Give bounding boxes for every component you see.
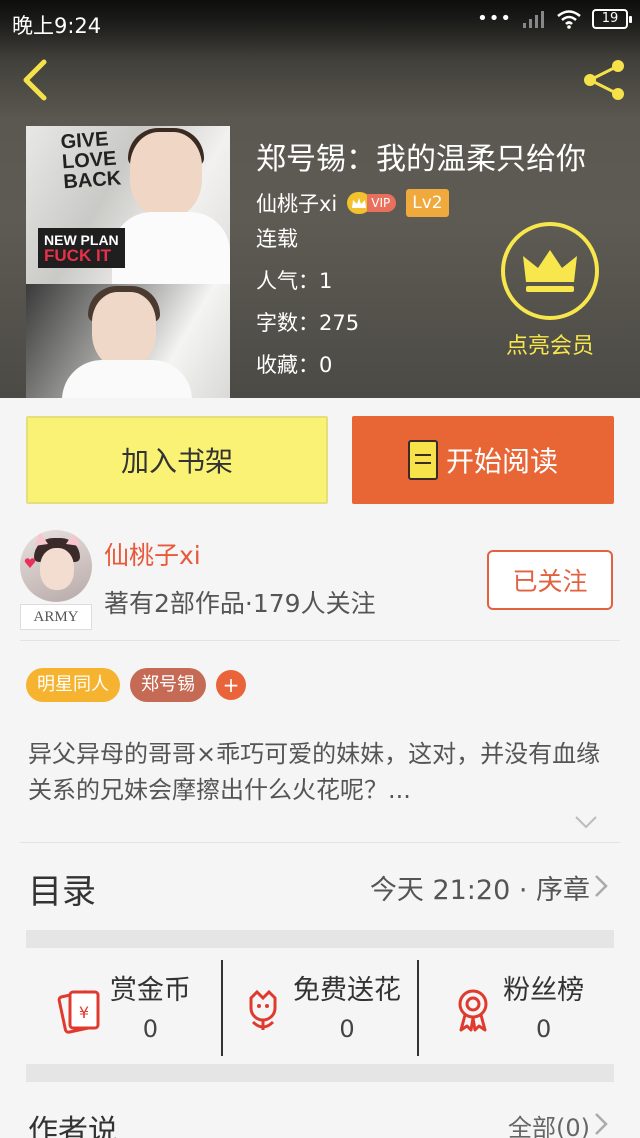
- cat-ears-icon: [34, 532, 80, 546]
- action-bar: ¥ 赏金币 0 免费送花 0 粉丝榜 0: [26, 960, 614, 1056]
- level-badge: Lv2: [406, 189, 449, 217]
- tag-list: 明星同人 郑号锡 +: [26, 668, 246, 702]
- fan-ranking-button[interactable]: 粉丝榜 0: [417, 960, 614, 1056]
- crown-icon: [523, 250, 577, 292]
- reward-coins-button[interactable]: ¥ 赏金币 0: [26, 960, 221, 1056]
- synopsis[interactable]: 异父异母的哥哥×乖巧可爱的妹妹，这对，并没有血缘关系的兄妹会摩擦出什么火花呢？.…: [28, 736, 614, 808]
- chevron-right-icon: [595, 875, 608, 897]
- send-flower-button[interactable]: 免费送花 0: [220, 960, 418, 1056]
- cover-plan-text: NEW PLAN FUCK IT: [38, 228, 125, 268]
- flower-icon: [249, 989, 277, 1030]
- book-detail-content: 加入书架 开始阅读 ARMY 仙桃子xi 著有2部作品·179人关注 已关注 明…: [0, 398, 640, 1138]
- follow-button[interactable]: 已关注: [487, 550, 613, 610]
- author-name[interactable]: 仙桃子xi: [104, 536, 201, 572]
- section-separator: [26, 1064, 614, 1082]
- cover-give-text: GIVE LOVE BACK: [59, 128, 122, 194]
- tag-item[interactable]: 明星同人: [26, 668, 120, 702]
- red-envelope-icon: ¥: [57, 990, 100, 1034]
- wifi-icon: [557, 9, 581, 29]
- toc-title: 目录: [28, 872, 96, 912]
- army-badge: ARMY: [20, 604, 92, 630]
- avatar[interactable]: [20, 530, 92, 602]
- svg-text:¥: ¥: [79, 1003, 89, 1022]
- start-reading-button[interactable]: 开始阅读: [352, 416, 614, 504]
- add-tag-button[interactable]: +: [216, 670, 246, 700]
- start-reading-label: 开始阅读: [445, 445, 558, 478]
- tag-item[interactable]: 郑号锡: [130, 668, 206, 702]
- heart-icon: [24, 558, 36, 568]
- author-card[interactable]: ARMY 仙桃子xi 著有2部作品·179人关注 已关注: [0, 522, 640, 640]
- status-bar: 晚上9:24 ••• 19: [0, 0, 640, 44]
- divider: [20, 842, 620, 843]
- chevron-right-icon: [595, 1113, 608, 1135]
- book-cover[interactable]: GIVE LOVE BACK NEW PLAN FUCK IT: [26, 126, 230, 398]
- section-separator: [26, 930, 614, 948]
- battery-indicator: 19: [592, 8, 632, 29]
- member-button[interactable]: 点亮会员: [500, 222, 600, 360]
- share-button[interactable]: [580, 56, 628, 104]
- member-label: 点亮会员: [505, 334, 594, 359]
- book-header: 晚上9:24 ••• 19 GIVE LOVE BACK NEW PLAN FU…: [0, 0, 640, 398]
- chevron-down-icon[interactable]: [574, 814, 598, 830]
- signal-icon: [523, 10, 544, 28]
- author-says-all-link[interactable]: 全部(0): [508, 1108, 590, 1138]
- author-says-title: 作者说: [28, 1114, 118, 1138]
- book-author[interactable]: 仙桃子xi: [256, 188, 337, 218]
- vip-badge: VIP: [347, 192, 397, 214]
- back-button[interactable]: [18, 58, 58, 102]
- book-icon: [407, 440, 438, 480]
- table-of-contents-row[interactable]: 目录 今天 21:20 · 序章: [0, 844, 640, 928]
- author-says-row[interactable]: 作者说 全部(0): [0, 1098, 640, 1138]
- add-to-shelf-button[interactable]: 加入书架: [26, 416, 328, 504]
- divider: [20, 640, 620, 641]
- book-title: 郑号锡：我的温柔只给你: [256, 142, 586, 177]
- medal-icon: [458, 989, 488, 1032]
- status-time: 晚上9:24: [12, 14, 102, 38]
- more-dots-icon: •••: [477, 8, 512, 29]
- toc-latest-chapter: 今天 21:20 · 序章: [369, 875, 590, 906]
- author-stats: 著有2部作品·179人关注: [104, 589, 376, 618]
